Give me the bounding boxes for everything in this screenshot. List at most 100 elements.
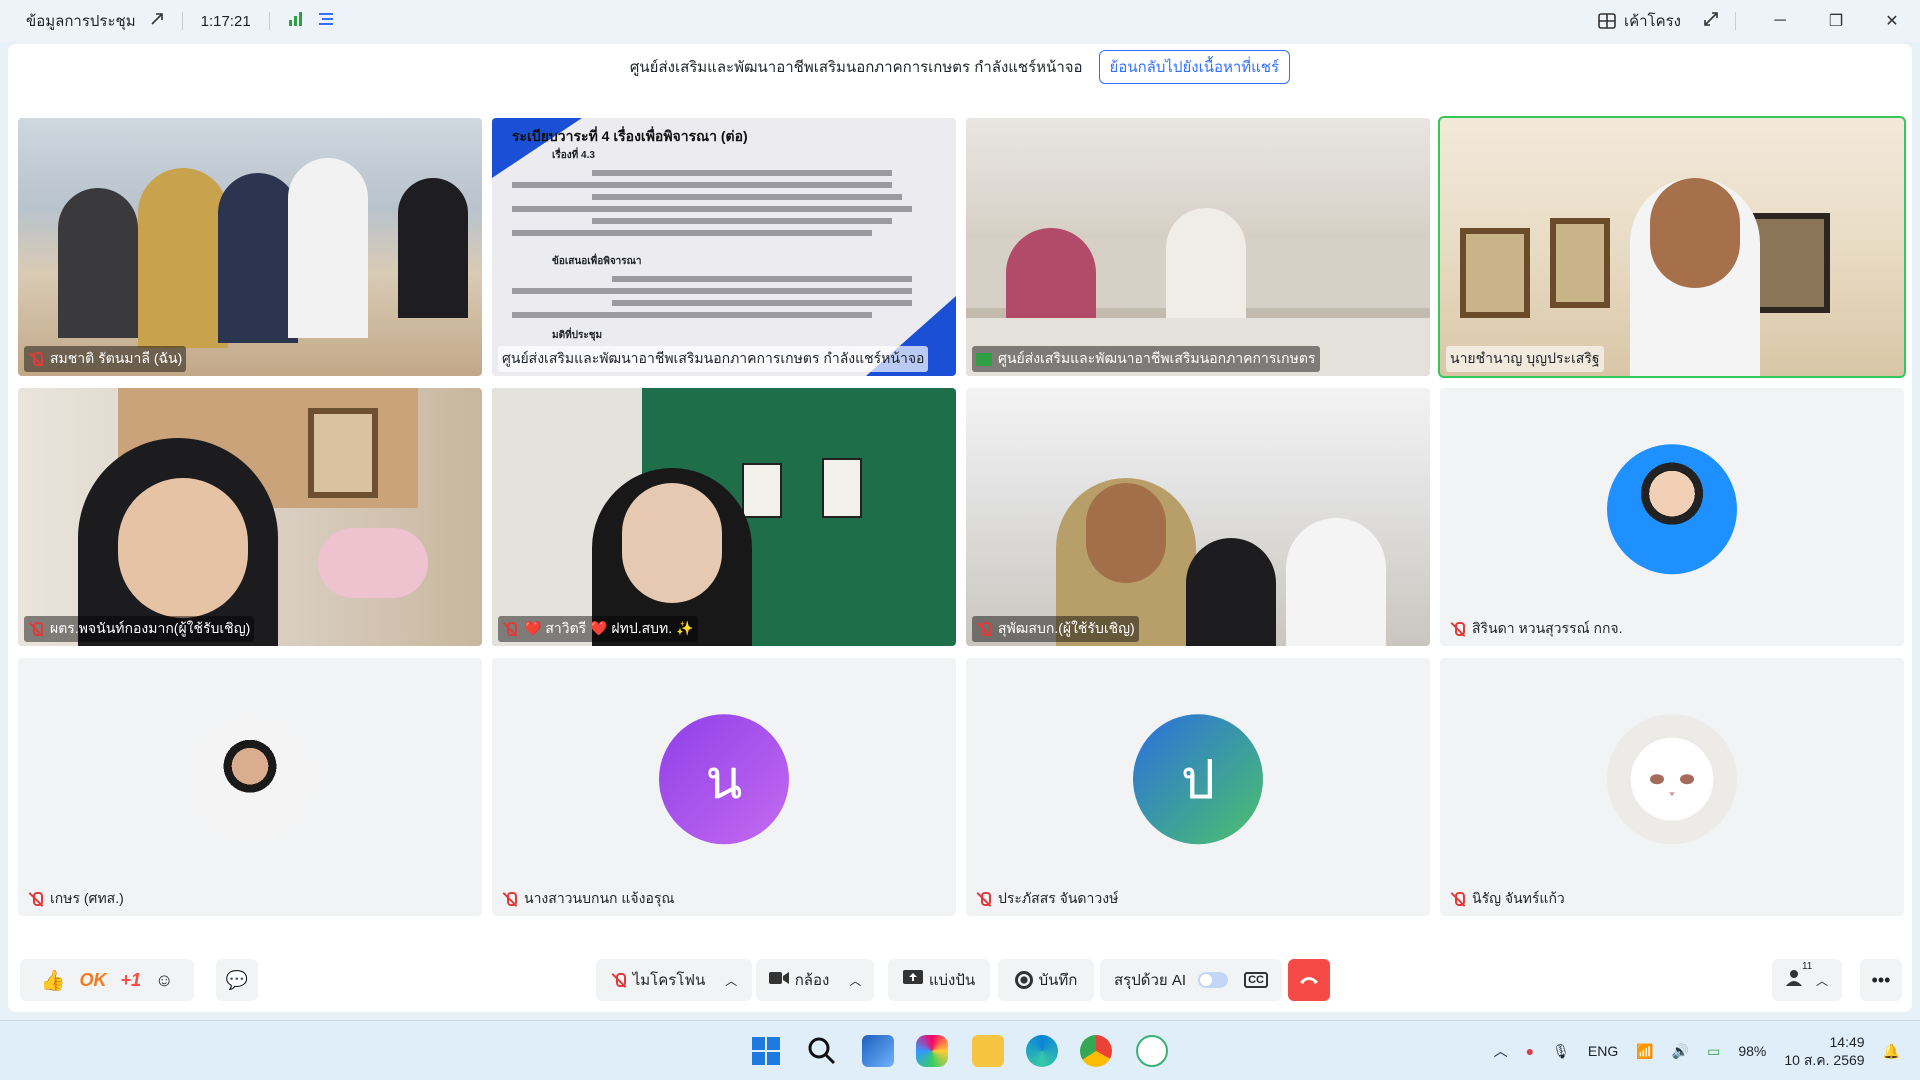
video-tile[interactable]: ศูนย์ส่งเสริมและพัฒนาอาชีพเสริมนอกภาคการ…	[966, 118, 1430, 376]
thumbs-up-icon[interactable]: 👍	[41, 968, 66, 993]
participant-label: ❤️ สาวิตรี ❤️ ฝทป.สบท. ✨	[498, 616, 698, 642]
microphone-icon[interactable]: 🎙	[1552, 1043, 1570, 1060]
participant-avatar-initial: น	[659, 714, 789, 845]
mic-off-icon	[502, 621, 518, 637]
participant-label: เกษร (ศทส.)	[24, 886, 128, 912]
clock-date: 10 ส.ค. 2569	[1784, 1052, 1865, 1068]
participant-label: ประภัสสร จันดาวงษ์	[972, 886, 1122, 912]
volume-icon[interactable]: 🔊	[1672, 1043, 1689, 1060]
participant-label: ศูนย์ส่งเสริมและพัฒนาอาชีพเสริมนอกภาคการ…	[972, 346, 1320, 372]
widgets-icon[interactable]	[862, 1035, 894, 1067]
participants-count: 11	[1801, 961, 1813, 972]
avatar-tile[interactable]: น นางสาวนบกนก แจ้งอรุณ	[492, 658, 956, 916]
video-feed	[966, 388, 1430, 646]
chevron-up-icon[interactable]: ︿	[1494, 1041, 1508, 1061]
video-feed	[18, 118, 482, 376]
participant-avatar	[1607, 444, 1737, 575]
clock[interactable]: 14:49 10 ส.ค. 2569	[1784, 1033, 1864, 1069]
chevron-up-icon[interactable]: ︿	[849, 972, 861, 989]
participant-name: เกษร (ศทส.)	[50, 890, 124, 906]
ai-summary-button[interactable]: สรุปด้วย AI CC	[1100, 959, 1282, 1001]
more-button[interactable]: •••	[1860, 959, 1902, 1001]
security-icon[interactable]: ●	[1526, 1043, 1534, 1059]
chrome-browser-icon[interactable]	[1080, 1035, 1112, 1067]
back-to-shared-content-button[interactable]: ย้อนกลับไปยังเนื้อหาที่แชร์	[1098, 50, 1291, 84]
video-tile-active-speaker[interactable]: นายชำนาญ บุญประเสริฐ	[1438, 116, 1906, 378]
video-tile[interactable]: สมชาติ รัตนมาลี (ฉัน)	[18, 118, 482, 376]
language-indicator[interactable]: ENG	[1588, 1043, 1618, 1059]
shared-screen-tile[interactable]: ระเบียบวาระที่ 4 เรื่องเพื่อพิจารณา (ต่อ…	[492, 118, 956, 376]
battery-icon[interactable]: ▭	[1707, 1043, 1720, 1060]
mic-off-icon	[976, 891, 992, 907]
video-feed	[966, 118, 1430, 376]
microphone-label: ไมโครโฟน	[632, 972, 706, 989]
list-icon[interactable]	[318, 12, 334, 30]
external-link-icon[interactable]	[150, 12, 164, 30]
camera-button[interactable]: กล้อง ︿	[756, 959, 874, 1001]
share-screen-button[interactable]: แบ่งปัน	[888, 959, 990, 1001]
emoji-icon[interactable]: ☺	[155, 970, 173, 991]
participant-label: สมชาติ รัตนมาลี (ฉัน)	[24, 346, 187, 372]
close-icon: ✕	[1885, 13, 1899, 30]
avatar-tile[interactable]: ป ประภัสสร จันดาวงษ์	[966, 658, 1430, 916]
edge-browser-icon[interactable]	[1026, 1035, 1058, 1067]
camera-label: กล้อง	[794, 972, 830, 989]
participants-button[interactable]: 11 ︿	[1772, 959, 1842, 1001]
share-banner: ศูนย์ส่งเสริมและพัฒนาอาชีพเสริมนอกภาคการ…	[8, 50, 1912, 84]
participant-name: นิรัญ จันทร์แก้ว	[1472, 890, 1565, 906]
participant-name: ผตร.พจนันท์กองมาก(ผู้ใช้รับเชิญ)	[50, 620, 251, 636]
participant-label: สุพัฒสบก.(ผู้ใช้รับเชิญ)	[972, 616, 1139, 642]
layout-button[interactable]: เค้าโครง	[1598, 9, 1681, 33]
participant-label: นางสาวนบกนก แจ้งอรุณ	[498, 886, 678, 912]
search-icon[interactable]	[806, 1035, 838, 1067]
share-screen-icon	[902, 970, 923, 990]
avatar-tile[interactable]: เกษร (ศทส.)	[18, 658, 482, 916]
reactions-group: 👍 OK +1 ☺	[20, 959, 194, 1001]
meeting-toolbar: 👍 OK +1 ☺ 💬 ไมโครโฟน ︿ กล้อง ︿ แบ่งปัน บ…	[8, 950, 1912, 1010]
meeting-duration: 1:17:21	[200, 12, 251, 30]
notification-icon[interactable]: 🔔	[1883, 1043, 1900, 1060]
signal-icon[interactable]	[288, 12, 304, 30]
reaction-ok[interactable]: OK	[79, 970, 106, 991]
close-button[interactable]: ✕	[1864, 0, 1920, 42]
phone-hangup-icon	[1299, 972, 1319, 989]
chat-icon: 💬	[225, 969, 249, 990]
chevron-up-icon[interactable]: ︿	[725, 972, 737, 989]
cc-icon[interactable]: CC	[1244, 972, 1268, 988]
participant-name: สุพัฒสบก.(ผู้ใช้รับเชิญ)	[998, 620, 1135, 636]
microphone-button[interactable]: ไมโครโฟน ︿	[596, 959, 752, 1001]
fullscreen-icon[interactable]	[1703, 11, 1719, 32]
end-call-button[interactable]	[1288, 959, 1330, 1001]
ai-toggle[interactable]	[1198, 972, 1229, 988]
meeting-info-label[interactable]: ข้อมูลการประชุม	[26, 9, 136, 33]
ai-summary-label: สรุปด้วย AI	[1114, 972, 1187, 989]
mic-off-icon	[28, 891, 44, 907]
camera-icon	[768, 971, 789, 989]
slide-proposal-heading: ข้อเสนอเพื่อพิจารณา	[552, 256, 642, 267]
shared-slide: ระเบียบวาระที่ 4 เรื่องเพื่อพิจารณา (ต่อ…	[492, 118, 956, 376]
mic-off-icon	[1450, 891, 1466, 907]
slide-body	[512, 164, 932, 242]
minimize-button[interactable]: ─	[1752, 0, 1808, 42]
meeting-app-icon[interactable]	[1136, 1035, 1168, 1067]
participant-label: นิรัญ จันทร์แก้ว	[1446, 886, 1569, 912]
video-tile[interactable]: ❤️ สาวิตรี ❤️ ฝทป.สบท. ✨	[492, 388, 956, 646]
chat-button[interactable]: 💬	[216, 959, 258, 1001]
avatar-tile[interactable]: นิรัญ จันทร์แก้ว	[1440, 658, 1904, 916]
record-button[interactable]: บันทึก	[998, 959, 1094, 1001]
video-tile[interactable]: สุพัฒสบก.(ผู้ใช้รับเชิญ)	[966, 388, 1430, 646]
reaction-plus-one[interactable]: +1	[120, 970, 141, 991]
chevron-up-icon[interactable]: ︿	[1816, 972, 1828, 989]
divider	[268, 12, 270, 30]
video-tile[interactable]: ผตร.พจนันท์กองมาก(ผู้ใช้รับเชิญ)	[18, 388, 482, 646]
windows-start-icon[interactable]	[750, 1035, 782, 1067]
participant-label: สิรินดา หวนสุวรรณ์ กกจ.	[1446, 616, 1627, 642]
wifi-icon[interactable]: 📶	[1636, 1043, 1653, 1060]
file-explorer-icon[interactable]	[972, 1035, 1004, 1067]
participant-name: สมชาติ รัตนมาลี (ฉัน)	[50, 350, 183, 366]
participant-name: นางสาวนบกนก แจ้งอรุณ	[524, 890, 675, 906]
restore-button[interactable]: ❐	[1808, 0, 1864, 42]
copilot-icon[interactable]	[916, 1035, 948, 1067]
mic-off-icon	[1450, 621, 1466, 637]
avatar-tile[interactable]: สิรินดา หวนสุวรรณ์ กกจ.	[1440, 388, 1904, 646]
